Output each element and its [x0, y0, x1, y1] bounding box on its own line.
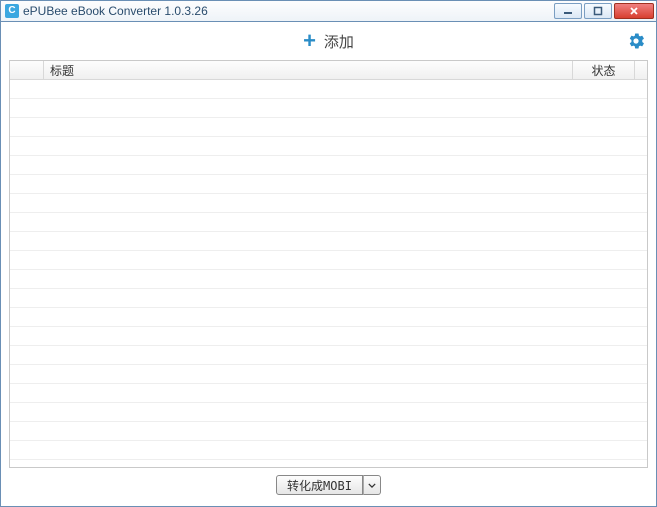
table-row [10, 137, 647, 156]
convert-split-button: 转化成MOBI [276, 475, 381, 495]
settings-button[interactable] [626, 31, 646, 51]
maximize-button[interactable] [584, 3, 612, 19]
table-row [10, 289, 647, 308]
client-area: + 添加 标题 状态 转化成MOBI [0, 22, 657, 507]
close-button[interactable] [614, 3, 654, 19]
table-row [10, 213, 647, 232]
table-row [10, 346, 647, 365]
table-row [10, 403, 647, 422]
column-title[interactable]: 标题 [44, 61, 573, 79]
toolbar: + 添加 [1, 22, 656, 60]
window-controls [554, 3, 654, 19]
convert-button[interactable]: 转化成MOBI [276, 475, 363, 495]
plus-icon: + [303, 30, 316, 52]
table-row [10, 270, 647, 289]
table-row [10, 308, 647, 327]
table-row [10, 365, 647, 384]
app-icon: C [5, 4, 19, 18]
table-row [10, 80, 647, 99]
table-row [10, 194, 647, 213]
table-row [10, 384, 647, 403]
table-row [10, 441, 647, 460]
table-row [10, 118, 647, 137]
add-label: 添加 [324, 31, 354, 52]
table-row [10, 99, 647, 118]
table-row [10, 175, 647, 194]
column-index[interactable] [10, 61, 44, 79]
column-status[interactable]: 状态 [573, 61, 635, 79]
minimize-button[interactable] [554, 3, 582, 19]
window-title: ePUBee eBook Converter 1.0.3.26 [23, 4, 554, 18]
table-row [10, 327, 647, 346]
table-body [10, 80, 647, 468]
file-table: 标题 状态 [9, 60, 648, 468]
table-row [10, 460, 647, 468]
bottom-bar: 转化成MOBI [1, 468, 656, 502]
table-row [10, 232, 647, 251]
table-header: 标题 状态 [10, 61, 647, 80]
table-row [10, 156, 647, 175]
convert-dropdown[interactable] [363, 475, 381, 495]
title-bar: C ePUBee eBook Converter 1.0.3.26 [0, 0, 657, 22]
table-row [10, 422, 647, 441]
table-row [10, 251, 647, 270]
chevron-down-icon [368, 483, 376, 488]
column-spacer [635, 61, 647, 79]
gear-icon [627, 32, 645, 50]
add-button[interactable]: + 添加 [303, 30, 354, 52]
